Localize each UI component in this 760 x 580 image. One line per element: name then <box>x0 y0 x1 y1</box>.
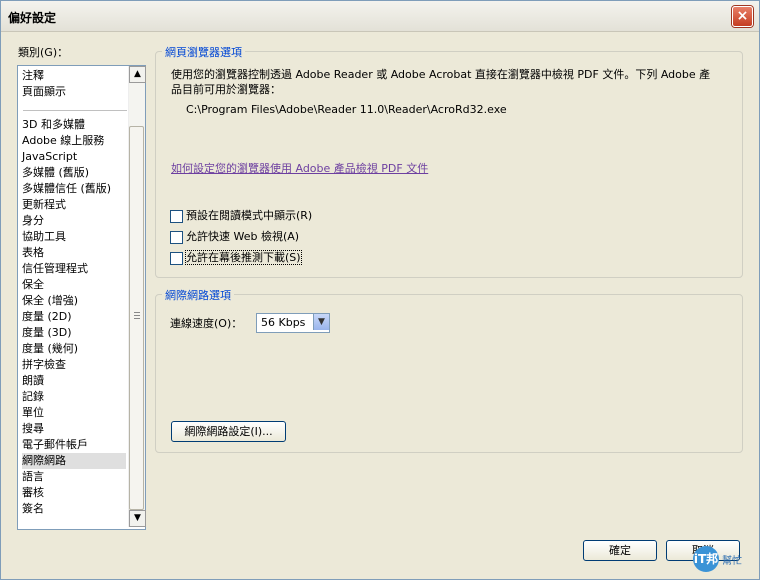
scroll-thumb[interactable] <box>129 126 144 510</box>
checkbox-label: 允許快速 Web 檢視(A) <box>186 230 300 243</box>
list-item[interactable]: 保全 <box>22 277 126 293</box>
list-item[interactable]: 簽名 <box>22 501 126 517</box>
list-item[interactable]: 度量 (3D) <box>22 325 126 341</box>
title-bar: 偏好設定 × <box>1 1 759 32</box>
list-item[interactable]: 注釋 <box>22 68 126 84</box>
category-list[interactable]: 注釋 頁面顯示 3D 和多媒體 Adobe 線上服務 JavaScript 多媒體 (舊版… <box>17 65 146 530</box>
watermark-logo: iT邦 幫忙 <box>690 540 750 578</box>
checkbox-fast-web-view[interactable]: 允許快速 Web 檢視(A) <box>170 230 299 246</box>
chevron-up-icon: ▲ <box>134 69 141 79</box>
scroll-up-button[interactable]: ▲ <box>129 66 146 83</box>
list-item[interactable]: 單位 <box>22 405 126 421</box>
list-item[interactable]: 語言 <box>22 469 126 485</box>
chevron-down-icon: ▼ <box>134 513 141 523</box>
list-item-selected[interactable]: 網際網路 <box>22 453 126 469</box>
close-icon: × <box>736 8 749 24</box>
list-scrollbar[interactable]: ▲ ▼ <box>128 66 146 527</box>
checkbox-box[interactable] <box>170 230 183 244</box>
list-item[interactable]: 信任管理程式 <box>22 261 126 277</box>
scroll-down-button[interactable]: ▼ <box>129 510 146 527</box>
connection-speed-value: 56 Kbps <box>261 316 306 329</box>
list-item[interactable]: 3D 和多媒體 <box>22 117 126 133</box>
list-item[interactable]: 保全 (增強) <box>22 293 126 309</box>
connection-speed-label: 連線速度(O)： <box>170 317 243 330</box>
list-item[interactable]: 度量 (2D) <box>22 309 126 325</box>
list-item[interactable]: 記錄 <box>22 389 126 405</box>
list-item[interactable]: 更新程式 <box>22 197 126 213</box>
logo-text: 幫忙 <box>722 556 742 567</box>
list-item[interactable]: 搜尋 <box>22 421 126 437</box>
checkbox-box[interactable] <box>170 209 183 223</box>
checkbox-reading-mode[interactable]: 預設在閱讀模式中顯示(R) <box>170 209 312 225</box>
list-item[interactable]: 多媒體 (舊版) <box>22 165 126 181</box>
category-label: 類別(G)： <box>18 46 69 59</box>
checkbox-box[interactable] <box>170 251 183 265</box>
dialog-title: 偏好設定 <box>8 11 57 25</box>
close-button[interactable]: × <box>732 6 753 27</box>
internet-options-title: 網際網路選項 <box>162 287 234 303</box>
checkbox-speculative-download[interactable]: 允許在幕後推測下載(S) <box>170 250 302 267</box>
browser-options-title: 網頁瀏覽器選項 <box>162 44 245 60</box>
chevron-down-icon[interactable]: ▼ <box>313 314 329 330</box>
checkbox-label: 預設在閱讀模式中顯示(R) <box>186 209 313 222</box>
list-item[interactable]: 朗讀 <box>22 373 126 389</box>
list-item[interactable]: 審核 <box>22 485 126 501</box>
grip-icon <box>134 312 140 321</box>
list-item[interactable]: 身分 <box>22 213 126 229</box>
list-item[interactable]: 電子郵件帳戶 <box>22 437 126 453</box>
browser-help-link[interactable]: 如何設定您的瀏覽器使用 Adobe 產品檢視 PDF 文件 <box>171 160 428 176</box>
list-item[interactable]: Adobe 線上服務 <box>22 133 126 149</box>
list-item[interactable]: 表格 <box>22 245 126 261</box>
list-item[interactable]: 協助工具 <box>22 229 126 245</box>
list-divider <box>23 110 127 111</box>
browser-description: 使用您的瀏覽器控制透過 Adobe Reader 或 Adobe Acrobat… <box>171 68 711 96</box>
list-item[interactable]: 頁面顯示 <box>22 84 126 100</box>
list-item[interactable]: JavaScript <box>22 149 126 165</box>
checkbox-label: 允許在幕後推測下載(S) <box>185 250 302 265</box>
list-item[interactable]: 度量 (幾何) <box>22 341 126 357</box>
logo-icon: iT邦 <box>693 546 719 572</box>
list-item[interactable]: 拼字檢查 <box>22 357 126 373</box>
reader-path: C:\Program Files\Adobe\Reader 11.0\Reade… <box>186 103 507 116</box>
list-item[interactable]: 多媒體信任 (舊版) <box>22 181 126 197</box>
ok-button[interactable]: 確定 <box>583 540 657 561</box>
internet-settings-button[interactable]: 網際網路設定(I)... <box>171 421 286 442</box>
connection-speed-select[interactable]: 56 Kbps ▼ <box>256 313 330 333</box>
